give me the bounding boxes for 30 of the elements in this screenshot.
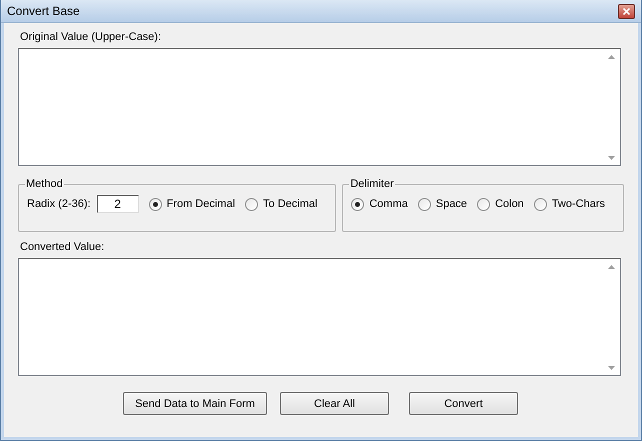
dialog-button[interactable]: Send Data to Main Form [123,392,267,415]
group-title: Method [25,178,64,190]
text-area[interactable] [18,258,621,376]
scroll-down-icon[interactable] [608,156,615,160]
radio-label[interactable]: Colon [495,198,524,210]
field-label: Converted Value: [20,240,106,254]
radio-button[interactable] [418,198,431,210]
close-icon [623,8,630,14]
radio-button[interactable] [148,198,162,210]
scroll-up-icon[interactable] [608,265,615,269]
radio-button[interactable] [477,198,490,210]
radio-button[interactable] [351,198,364,210]
close-button[interactable] [618,4,635,18]
dialog-button[interactable]: Clear All [280,392,389,415]
radio-label[interactable]: Two-Chars [552,198,605,210]
text-area[interactable] [18,48,621,166]
radio-label[interactable]: Space [436,198,468,210]
field-label: Original Value (Upper-Case): [20,30,162,44]
radio-label[interactable]: From Decimal [166,198,236,210]
radix-input[interactable]: 2 [96,195,139,213]
radio-label[interactable]: Comma [369,198,408,210]
group-title: Delimiter [349,178,395,190]
scroll-up-icon[interactable] [608,55,615,59]
radio-label[interactable]: To Decimal [263,198,318,210]
window-title: Convert Base [7,4,80,18]
radix-label: Radix (2-36): [27,198,91,210]
radio-button[interactable] [245,198,258,210]
dialog-button[interactable]: Convert [409,392,518,415]
radio-button[interactable] [534,198,547,210]
scroll-down-icon[interactable] [608,366,615,370]
